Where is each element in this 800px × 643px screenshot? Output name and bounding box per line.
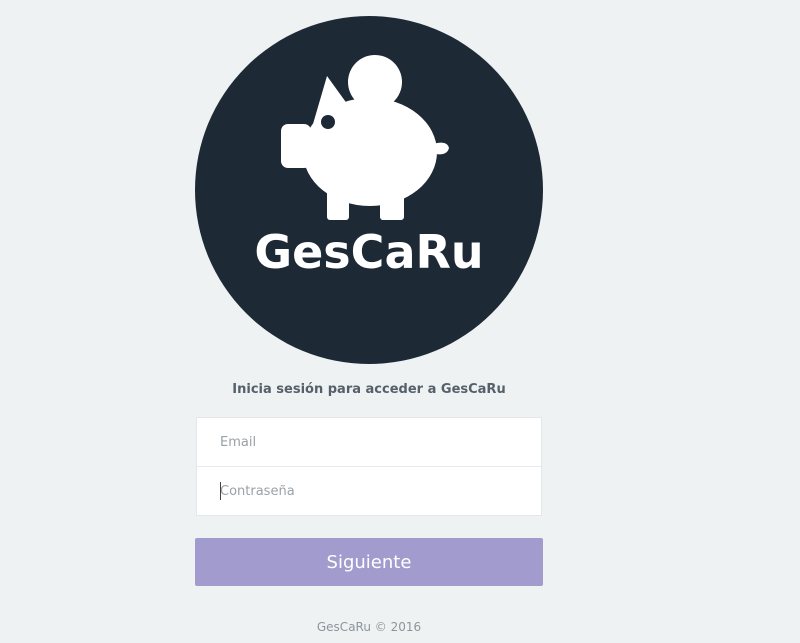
password-field[interactable] [197, 467, 541, 516]
brand-name: GesCaRu [254, 225, 484, 279]
footer-copyright: GesCaRu © 2016 [316, 620, 422, 634]
text-cursor [220, 482, 221, 500]
next-button[interactable]: Siguiente [195, 538, 543, 586]
login-subtitle: Inicia sesión para acceder a GesCaRu [232, 382, 506, 397]
email-field[interactable] [197, 418, 541, 467]
login-form [196, 417, 542, 516]
piggy-bank-icon [281, 55, 449, 220]
app-logo: GesCaRu [195, 16, 543, 364]
